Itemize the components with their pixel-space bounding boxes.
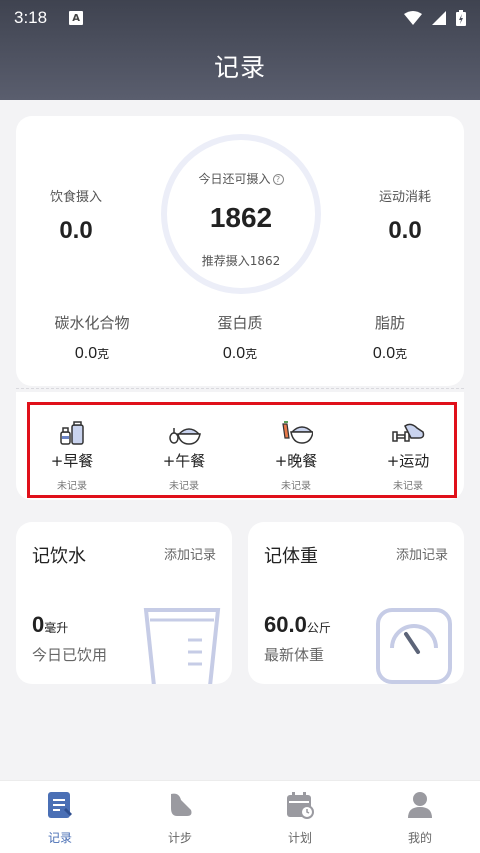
weight-card[interactable]: 记体重 添加记录 60.0公斤 最新体重 (248, 522, 464, 684)
diet-intake: 饮食摄入 0.0 (16, 186, 136, 245)
nav-label: 计步 (167, 831, 192, 845)
macro-protein: 蛋白质 0.0克 (180, 312, 300, 363)
macro-label: 蛋白质 (217, 314, 263, 332)
macro-value: 0.0克 (32, 345, 152, 363)
signal-icon (432, 11, 446, 25)
macro-unit: 克 (395, 347, 408, 361)
calendar-icon (260, 789, 340, 821)
macro-label: 脂肪 (374, 314, 405, 332)
weight-value: 60.0公斤 (264, 612, 331, 638)
nav-steps[interactable]: 计步 (140, 789, 220, 846)
battery-icon (456, 10, 466, 26)
water-card[interactable]: 记饮水 添加记录 0毫升 今日已饮用 (16, 522, 232, 684)
macro-fat: 脂肪 0.0克 (330, 312, 450, 363)
macro-value: 0.0克 (330, 345, 450, 363)
diet-intake-label: 饮食摄入 (49, 190, 102, 205)
nav-label: 我的 (407, 831, 432, 845)
status-time: 3:18 (14, 8, 48, 27)
remaining-label: 今日还可摄入? (167, 170, 315, 187)
water-unit: 毫升 (44, 621, 69, 635)
exercise-burn: 运动消耗 0.0 (345, 186, 465, 245)
nav-record[interactable]: 记录 (20, 789, 100, 846)
weight-title: 记体重 (264, 546, 318, 567)
nav-plan[interactable]: 计划 (260, 789, 340, 846)
page-title: 记录 (213, 53, 266, 82)
exercise-burn-value: 0.0 (388, 217, 422, 244)
highlight-box (27, 402, 457, 498)
wifi-icon (404, 11, 422, 25)
remaining-value: 1862 (209, 202, 273, 233)
water-cup-icon (142, 606, 222, 684)
help-icon[interactable]: ? (272, 174, 284, 185)
nav-profile[interactable]: 我的 (380, 789, 460, 846)
profile-icon (380, 789, 460, 821)
macro-amount: 0.0 (222, 345, 246, 362)
app-header: 3:18 A 记录 (0, 0, 480, 100)
macro-label: 碳水化合物 (54, 314, 130, 332)
shoe-icon (140, 789, 220, 821)
water-amount: 0 (32, 612, 45, 637)
water-add-record-link[interactable]: 添加记录 (164, 544, 216, 563)
record-icon (20, 789, 100, 821)
macro-value: 0.0克 (180, 345, 300, 363)
weight-add-record-link[interactable]: 添加记录 (396, 544, 448, 563)
bottom-navigation: 记录 计步 计划 我的 (0, 780, 480, 853)
diet-intake-value: 0.0 (59, 217, 93, 244)
status-bar: 3:18 A (0, 0, 480, 36)
macro-amount: 0.0 (74, 345, 98, 362)
divider (16, 388, 464, 389)
water-title: 记饮水 (32, 546, 86, 567)
exercise-burn-label: 运动消耗 (378, 190, 431, 205)
macro-unit: 克 (97, 347, 110, 361)
nav-label: 记录 (47, 831, 72, 845)
weight-unit: 公斤 (306, 621, 331, 635)
macro-amount: 0.0 (372, 345, 396, 362)
remaining-calorie-ring[interactable]: 今日还可摄入? 1862 推荐摄入1862 (161, 134, 321, 294)
macro-unit: 克 (245, 347, 258, 361)
water-desc: 今日已饮用 (32, 646, 108, 664)
remaining-label-text: 今日还可摄入 (198, 172, 271, 186)
recommended-intake: 推荐摄入1862 (201, 254, 281, 268)
scale-icon (374, 606, 454, 684)
calorie-summary-card: 饮食摄入 0.0 今日还可摄入? 1862 推荐摄入1862 运动消耗 0.0 … (16, 116, 464, 386)
weight-amount: 60.0 (264, 612, 307, 637)
weight-desc: 最新体重 (264, 646, 325, 664)
nav-label: 计划 (287, 831, 312, 845)
water-value: 0毫升 (32, 612, 68, 638)
macro-carbs: 碳水化合物 0.0克 (32, 312, 152, 363)
notification-icon: A (69, 11, 84, 25)
